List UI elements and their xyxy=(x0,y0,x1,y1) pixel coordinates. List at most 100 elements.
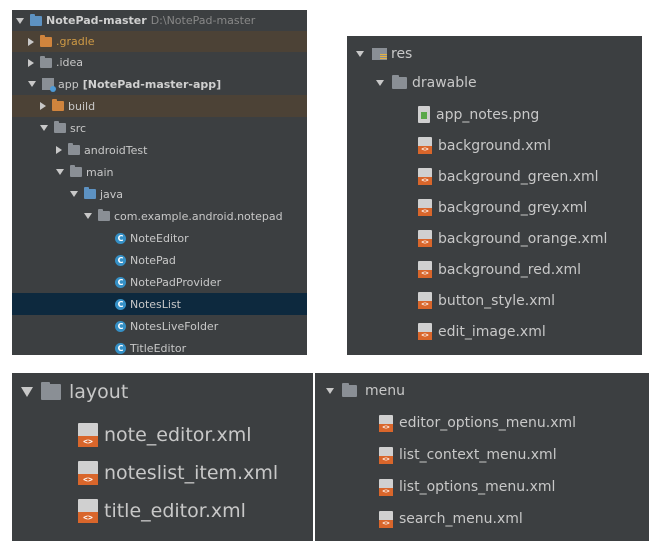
xml-file-icon xyxy=(379,478,393,496)
file-label: background_green.xml xyxy=(438,168,599,185)
tree-node-main[interactable]: main xyxy=(12,161,307,183)
main-label: main xyxy=(86,165,114,179)
expand-arrow-icon[interactable] xyxy=(70,191,78,197)
drawable-label: drawable xyxy=(412,75,477,91)
tree-node-build[interactable]: build xyxy=(12,95,307,117)
java-label: java xyxy=(100,187,124,201)
androidtest-label: androidTest xyxy=(84,143,148,157)
file-node-xml[interactable]: note_editor.xml xyxy=(12,416,313,454)
file-node-xml[interactable]: background_grey.xml xyxy=(347,192,642,223)
xml-file-icon xyxy=(379,510,393,528)
file-node-xml[interactable]: background_red.xml xyxy=(347,254,642,285)
file-label: background_grey.xml xyxy=(438,199,588,216)
layout-tree-panel: layout note_editor.xml noteslist_item.xm… xyxy=(12,373,313,541)
expand-arrow-icon[interactable] xyxy=(21,387,33,397)
file-label: edit_image.xml xyxy=(438,323,546,340)
tree-node-class-selected[interactable]: C NotesList xyxy=(12,293,307,315)
tree-node-androidtest[interactable]: androidTest xyxy=(12,139,307,161)
package-icon xyxy=(98,209,110,221)
project-folder-icon xyxy=(30,13,42,26)
file-node-xml[interactable]: search_menu.xml xyxy=(315,503,649,535)
expand-arrow-icon[interactable] xyxy=(56,169,64,175)
expand-arrow-icon[interactable] xyxy=(84,213,92,219)
menu-label: menu xyxy=(365,383,405,399)
xml-file-icon xyxy=(418,137,432,154)
folder-icon xyxy=(68,143,80,155)
file-label: search_menu.xml xyxy=(399,511,523,527)
expand-arrow-icon[interactable] xyxy=(376,80,384,86)
class-label: NoteEditor xyxy=(130,231,189,245)
tree-node-gradle[interactable]: .gradle xyxy=(12,31,307,52)
file-node-xml[interactable]: background.xml xyxy=(347,130,642,161)
expand-arrow-icon[interactable] xyxy=(356,51,364,57)
file-node-png[interactable]: app_notes.png xyxy=(347,99,642,130)
file-node-xml[interactable]: title_editor.xml xyxy=(12,492,313,530)
tree-node-package[interactable]: com.example.android.notepad xyxy=(12,205,307,227)
file-label: button_style.xml xyxy=(438,292,556,309)
folder-icon xyxy=(40,34,52,47)
tree-node-java[interactable]: java xyxy=(12,183,307,205)
expand-arrow-icon[interactable] xyxy=(16,17,24,24)
tree-node-res[interactable]: res xyxy=(347,40,642,68)
root-path: D:\NotePad-master xyxy=(150,14,256,27)
folder-icon xyxy=(54,121,66,133)
layout-label: layout xyxy=(69,381,129,403)
tree-node-class[interactable]: C NoteEditor xyxy=(12,227,307,249)
gradle-label: .gradle xyxy=(56,35,95,48)
class-icon: C xyxy=(115,342,126,354)
collapse-arrow-icon[interactable] xyxy=(28,58,34,67)
file-label: note_editor.xml xyxy=(104,424,252,446)
expand-arrow-icon[interactable] xyxy=(40,125,48,131)
file-label: title_editor.xml xyxy=(104,500,246,522)
app-module-label: [NotePad-master-app] xyxy=(82,77,222,91)
xml-file-icon xyxy=(379,446,393,464)
tree-node-app[interactable]: app [NotePad-master-app] xyxy=(12,73,307,95)
xml-file-icon xyxy=(78,423,98,447)
xml-file-icon xyxy=(418,230,432,247)
file-label: background.xml xyxy=(438,137,552,154)
collapse-arrow-icon[interactable] xyxy=(40,102,46,110)
xml-file-icon xyxy=(418,199,432,216)
tree-node-menu[interactable]: menu xyxy=(315,377,649,405)
tree-node-class[interactable]: C NotePad xyxy=(12,249,307,271)
file-label: editor_options_menu.xml xyxy=(399,415,577,431)
xml-file-icon xyxy=(418,261,432,278)
tree-node-class[interactable]: C NotePadProvider xyxy=(12,271,307,293)
file-node-xml[interactable]: background_green.xml xyxy=(347,161,642,192)
module-icon xyxy=(42,78,56,92)
file-node-xml[interactable]: button_style.xml xyxy=(347,285,642,316)
folder-icon xyxy=(40,55,52,68)
file-node-xml[interactable]: edit_image.xml xyxy=(347,316,642,347)
file-label: background_orange.xml xyxy=(438,230,608,247)
resource-folder-icon xyxy=(372,48,387,60)
class-label: NotesLiveFolder xyxy=(130,319,219,333)
app-label: app xyxy=(58,77,79,91)
collapse-arrow-icon[interactable] xyxy=(28,37,34,46)
expand-arrow-icon[interactable] xyxy=(326,388,334,394)
tree-node-class[interactable]: C NotesLiveFolder xyxy=(12,315,307,337)
build-label: build xyxy=(68,99,96,113)
tree-node-src[interactable]: src xyxy=(12,117,307,139)
expand-arrow-icon[interactable] xyxy=(28,81,36,87)
file-node-xml[interactable]: list_context_menu.xml xyxy=(315,439,649,471)
class-icon: C xyxy=(115,232,126,244)
file-node-xml[interactable]: list_options_menu.xml xyxy=(315,471,649,503)
collapse-arrow-icon[interactable] xyxy=(56,146,62,154)
tree-node-class[interactable]: C TitleEditor xyxy=(12,337,307,355)
xml-file-icon xyxy=(78,461,98,485)
file-label: noteslist_item.xml xyxy=(104,462,279,484)
tree-node-layout[interactable]: layout xyxy=(12,376,313,408)
class-label: NotePad xyxy=(130,253,176,267)
tree-node-root[interactable]: NotePad-master D:\NotePad-master xyxy=(12,10,307,31)
file-label: list_context_menu.xml xyxy=(399,447,557,463)
tree-node-drawable[interactable]: drawable xyxy=(347,68,642,98)
file-node-xml[interactable]: background_orange.xml xyxy=(347,223,642,254)
class-icon: C xyxy=(115,254,126,266)
file-node-xml[interactable]: editor_options_menu.xml xyxy=(315,407,649,439)
file-node-xml[interactable]: noteslist_item.xml xyxy=(12,454,313,492)
res-label: res xyxy=(391,46,413,62)
tree-node-idea[interactable]: .idea xyxy=(12,52,307,73)
idea-label: .idea xyxy=(56,56,84,69)
class-icon: C xyxy=(115,320,126,332)
xml-file-icon xyxy=(418,323,432,340)
